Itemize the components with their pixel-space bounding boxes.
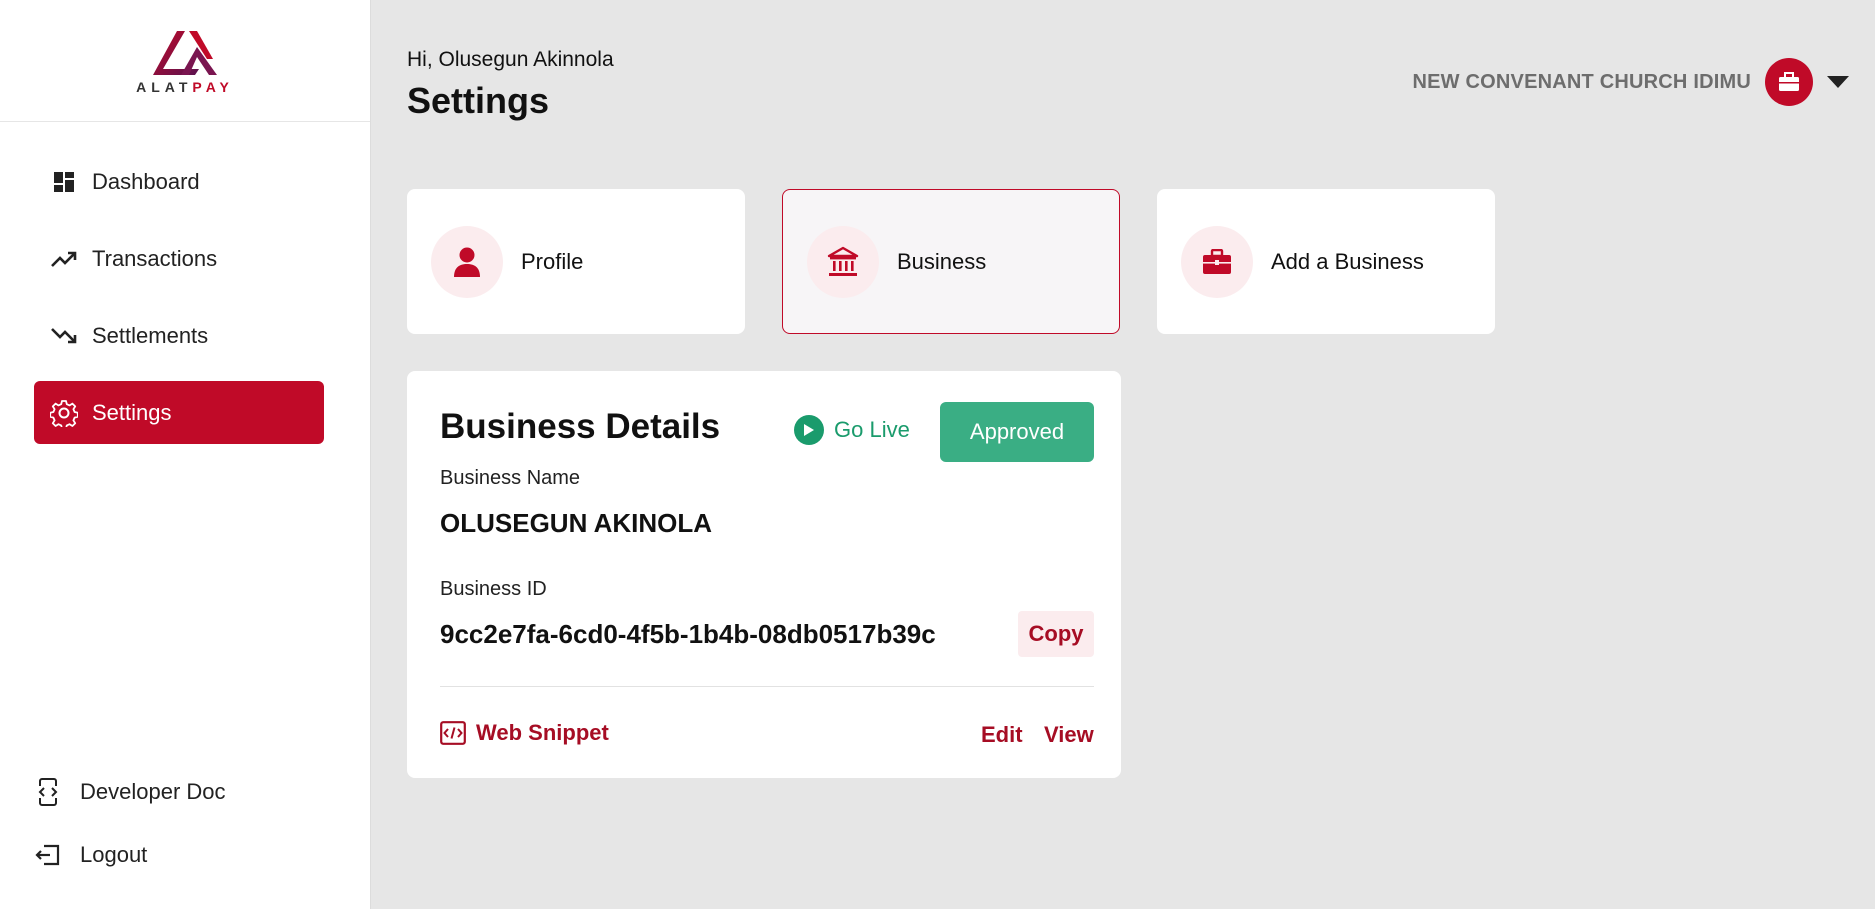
logo-wordmark: ALATPAY: [136, 78, 234, 95]
briefcase-icon: [1181, 225, 1253, 298]
sidebar-item-settlements[interactable]: Settlements: [34, 304, 324, 367]
tab-label: Profile: [521, 248, 584, 274]
greeting: Hi, Olusegun Akinnola: [407, 48, 614, 71]
code-icon: [440, 721, 466, 745]
tab-add-business[interactable]: Add a Business: [1157, 189, 1495, 334]
trending-down-icon: [50, 322, 78, 350]
bank-icon: [807, 225, 879, 298]
business-id-label: Business ID: [440, 578, 547, 600]
view-link[interactable]: View: [1044, 722, 1094, 748]
business-id-value: 9cc2e7fa-6cd0-4f5b-1b4b-08db0517b39c: [440, 619, 936, 649]
panel-title: Business Details: [440, 407, 721, 446]
copy-button[interactable]: Copy: [1018, 611, 1094, 657]
tab-business[interactable]: Business: [782, 189, 1120, 334]
web-snippet-label: Web Snippet: [476, 720, 609, 745]
logo[interactable]: ALATPAY: [0, 0, 370, 122]
business-name-label: Business Name: [440, 467, 581, 489]
sidebar-item-developer-doc[interactable]: Developer Doc: [34, 760, 324, 823]
chevron-down-icon[interactable]: [1827, 76, 1849, 88]
sidebar-item-label: Settings: [92, 399, 172, 425]
sidebar-item-label: Settlements: [92, 322, 209, 348]
alatpay-logo-icon: [153, 30, 217, 75]
sidebar-item-dashboard[interactable]: Dashboard: [34, 150, 324, 213]
sidebar-item-transactions[interactable]: Transactions: [34, 227, 324, 290]
tab-profile[interactable]: Profile: [407, 189, 745, 334]
trending-up-icon: [50, 245, 78, 273]
sidebar-item-logout[interactable]: Logout: [34, 823, 324, 886]
edit-link[interactable]: Edit: [981, 722, 1023, 748]
org-name: NEW CONVENANT CHURCH IDIMU: [1412, 70, 1751, 93]
sidebar-item-label: Developer Doc: [80, 778, 226, 804]
divider: [440, 686, 1094, 687]
web-snippet-link[interactable]: Web Snippet: [440, 720, 609, 746]
logout-icon: [34, 841, 62, 869]
sidebar-item-label: Logout: [80, 841, 148, 867]
approved-status-button[interactable]: Approved: [940, 402, 1094, 462]
business-details-panel: Business Details Go Live Approved Busine…: [407, 371, 1121, 778]
dashboard-icon: [50, 168, 78, 196]
briefcase-icon: [1765, 58, 1813, 106]
org-switcher[interactable]: NEW CONVENANT CHURCH IDIMU: [1412, 58, 1849, 106]
business-name-value: OLUSEGUN AKINOLA: [440, 508, 713, 538]
tab-label: Add a Business: [1271, 248, 1424, 274]
go-live-button[interactable]: Go Live: [794, 415, 910, 445]
person-icon: [431, 225, 503, 298]
go-live-label: Go Live: [834, 417, 910, 442]
developer-doc-icon: [34, 777, 62, 806]
gear-icon: [50, 399, 78, 427]
page-title: Settings: [407, 80, 550, 121]
sidebar: ALATPAY Dashboard Transactions Settlemen…: [0, 0, 371, 909]
sidebar-item-settings[interactable]: Settings: [34, 381, 324, 444]
play-icon: [794, 415, 824, 445]
sidebar-bottom: Developer Doc Logout: [34, 760, 324, 886]
sidebar-item-label: Dashboard: [92, 168, 200, 194]
sidebar-nav: Dashboard Transactions Settlements Setti…: [34, 150, 324, 458]
tab-label: Business: [897, 248, 987, 274]
sidebar-item-label: Transactions: [92, 245, 218, 271]
